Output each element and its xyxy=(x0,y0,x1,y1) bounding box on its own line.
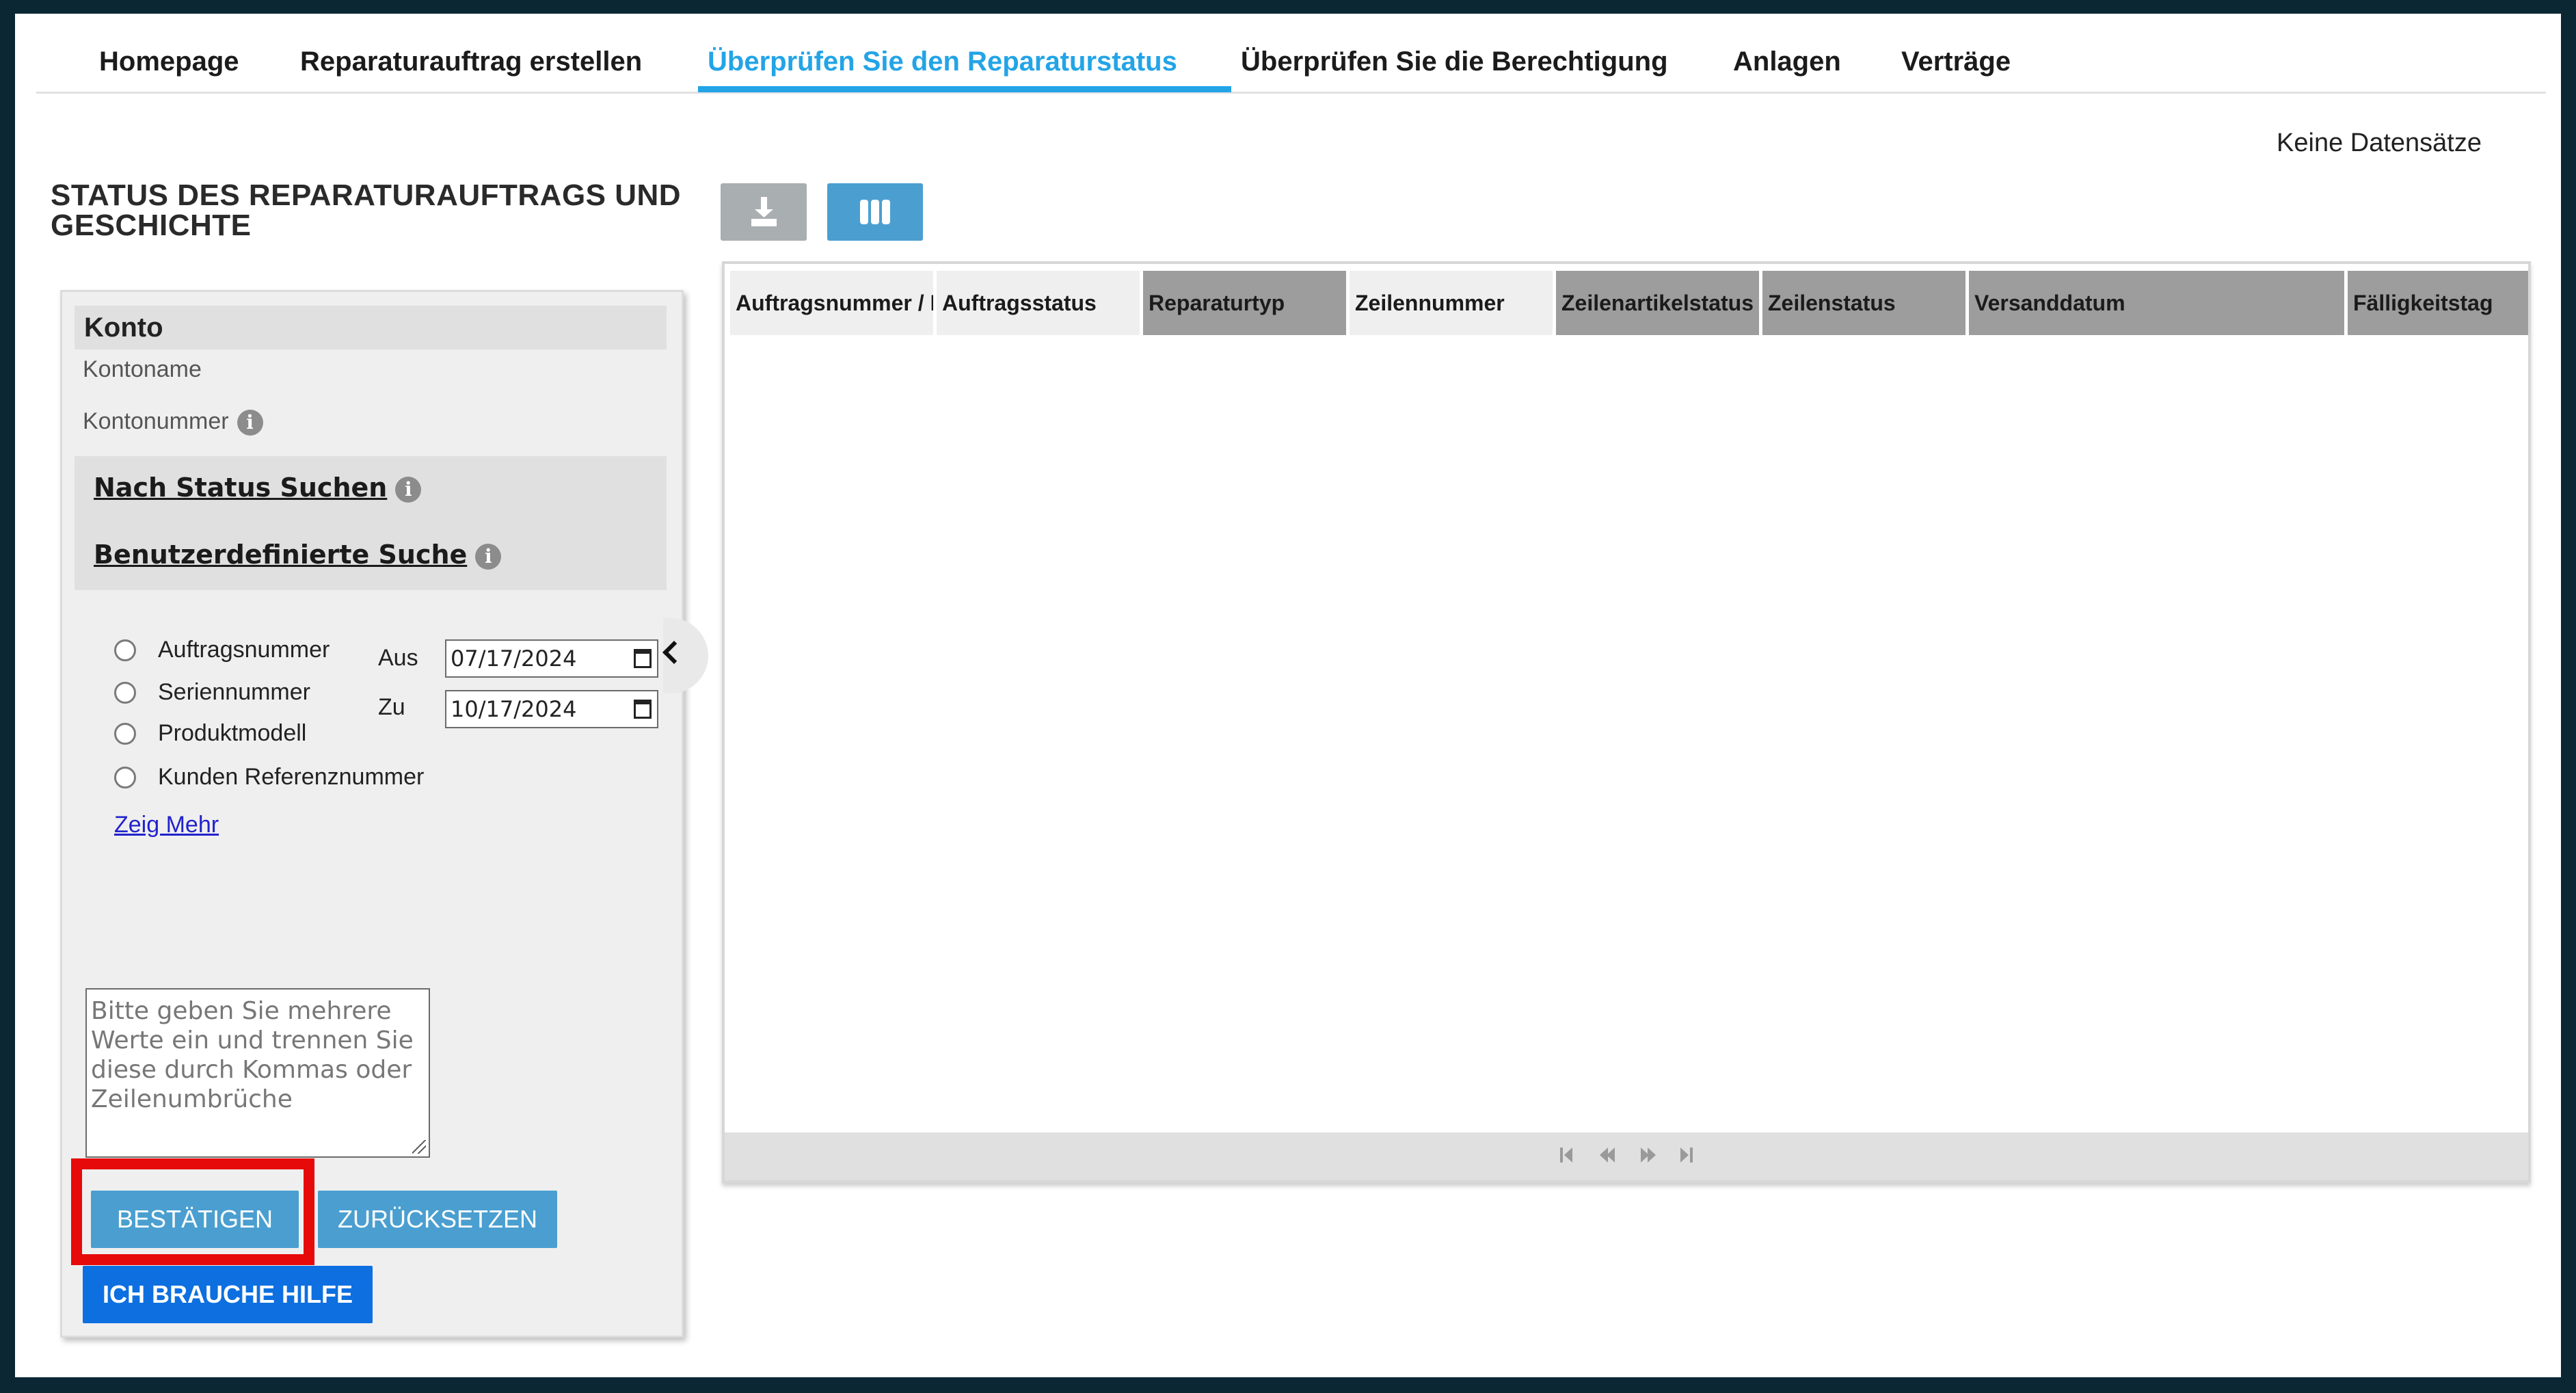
radio-label: Kunden Referenznummer xyxy=(158,764,425,790)
to-date-value: 10/17/2024 xyxy=(451,696,577,722)
from-date-value: 07/17/2024 xyxy=(451,646,577,672)
show-more-link[interactable]: Zeig Mehr xyxy=(114,812,219,838)
active-tab-indicator xyxy=(698,86,1231,92)
tab-check-repair-status[interactable]: Überprüfen Sie den Reparaturstatus xyxy=(708,31,1177,92)
to-date-input[interactable]: 10/17/2024 xyxy=(445,690,658,728)
page-title: STATUS DES REPARATURAUFTRAGS UND GESCHIC… xyxy=(51,178,682,242)
from-label: Aus xyxy=(378,645,418,671)
multi-value-input[interactable]: Bitte geben Sie mehrere Werte ein und tr… xyxy=(85,988,430,1158)
radio-button[interactable] xyxy=(114,681,136,704)
custom-search-link[interactable]: Benutzerdefinierte Suche i xyxy=(94,540,502,570)
info-icon[interactable]: i xyxy=(475,543,502,570)
help-button[interactable]: ICH BRAUCHE HILFE xyxy=(83,1266,373,1323)
column-header-ship-date[interactable]: Versanddatum xyxy=(1969,271,2348,335)
grid-header: Auftragsnummer / I Auftragsstatus Repara… xyxy=(730,271,2528,335)
calendar-icon[interactable] xyxy=(634,700,652,719)
download-button[interactable] xyxy=(721,183,807,241)
resize-handle-icon[interactable] xyxy=(412,1140,426,1154)
search-panel: Konto Kontoname Kontonummer i Nach Status… xyxy=(60,290,684,1338)
chevron-left-icon xyxy=(662,641,686,664)
from-date-input[interactable]: 07/17/2024 xyxy=(445,639,658,678)
grid-pager xyxy=(725,1132,2528,1180)
account-name-label: Kontoname xyxy=(83,356,202,382)
column-header-line-number[interactable]: Zeilennummer xyxy=(1350,271,1556,335)
account-section-header: Konto xyxy=(75,306,667,349)
radio-button[interactable] xyxy=(114,639,136,661)
reset-button[interactable]: ZURÜCKSETZEN xyxy=(318,1191,557,1248)
results-grid: Auftragsnummer / I Auftragsstatus Repara… xyxy=(722,261,2531,1183)
radio-button[interactable] xyxy=(114,766,136,788)
download-icon xyxy=(751,197,777,226)
column-header-order-status[interactable]: Auftragsstatus xyxy=(937,271,1143,335)
column-header-order-number[interactable]: Auftragsnummer / I xyxy=(730,271,937,335)
radio-label: Auftragsnummer xyxy=(158,637,330,663)
tab-check-eligibility[interactable]: Überprüfen Sie die Berechtigung xyxy=(1241,31,1668,92)
column-header-line-status[interactable]: Zeilenstatus xyxy=(1762,271,1969,335)
radio-label: Seriennummer xyxy=(158,679,310,705)
search-by-status-label: Nach Status Suchen xyxy=(94,473,388,503)
account-number-label: Kontonummer xyxy=(83,408,229,434)
calendar-icon[interactable] xyxy=(634,649,652,668)
next-page-icon[interactable] xyxy=(1641,1147,1657,1163)
custom-search-label: Benutzerdefinierte Suche xyxy=(94,540,468,570)
tab-homepage[interactable]: Homepage xyxy=(99,31,239,92)
search-mode-box: Nach Status Suchen i Benutzerdefinierte S… xyxy=(75,456,667,590)
last-page-icon[interactable] xyxy=(1680,1147,1697,1163)
columns-button[interactable] xyxy=(827,183,923,241)
radio-product-model[interactable]: Produktmodell xyxy=(114,720,306,750)
columns-icon xyxy=(860,200,890,224)
top-nav: Homepage Reparaturauftrag erstellen Über… xyxy=(36,31,2546,94)
column-header-due-date[interactable]: Fälligkeitstag xyxy=(2348,271,2528,335)
column-header-line-item-status[interactable]: Zeilenartikelstatus xyxy=(1556,271,1762,335)
records-status: Keine Datensätze xyxy=(2277,129,2482,157)
tab-assets[interactable]: Anlagen xyxy=(1733,31,1841,92)
column-header-repair-type[interactable]: Reparaturtyp xyxy=(1143,271,1350,335)
tab-create-repair-order[interactable]: Reparaturauftrag erstellen xyxy=(300,31,642,92)
tab-contracts[interactable]: Verträge xyxy=(1901,31,2011,92)
search-by-status-link[interactable]: Nach Status Suchen i xyxy=(94,473,422,503)
radio-label: Produktmodell xyxy=(158,720,307,746)
info-icon[interactable]: i xyxy=(237,410,263,436)
to-label: Zu xyxy=(378,694,405,720)
first-page-icon[interactable] xyxy=(1560,1147,1577,1163)
radio-customer-reference[interactable]: Kunden Referenznummer xyxy=(114,764,424,794)
radio-button[interactable] xyxy=(114,722,136,745)
radio-order-number[interactable]: Auftragsnummer xyxy=(114,637,330,667)
confirm-button[interactable]: BESTÄTIGEN xyxy=(91,1191,299,1248)
radio-serial-number[interactable]: Seriennummer xyxy=(114,679,310,709)
account-number-row: Kontonummer i xyxy=(83,408,263,436)
info-icon[interactable]: i xyxy=(395,476,422,503)
previous-page-icon[interactable] xyxy=(1600,1147,1616,1163)
